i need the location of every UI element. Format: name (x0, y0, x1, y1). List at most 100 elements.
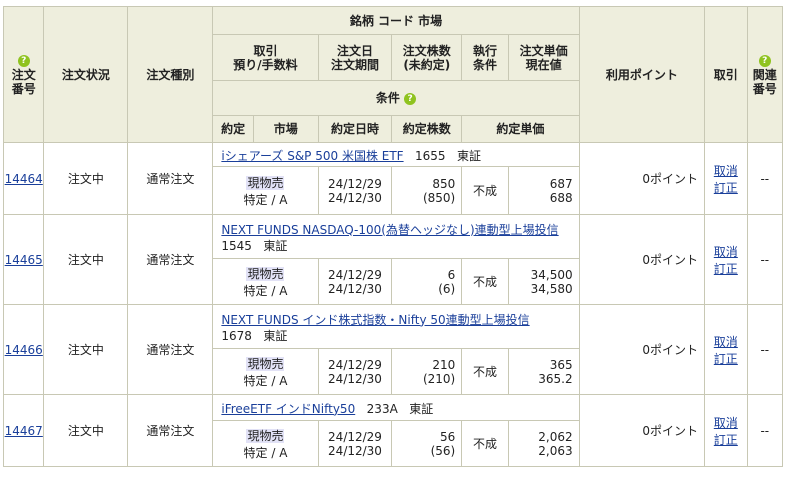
account-type: 特定 / A (243, 373, 288, 388)
account-type: 特定 / A (243, 445, 288, 460)
modify-link[interactable]: 訂正 (705, 350, 746, 367)
cancel-link[interactable]: 取消 (705, 333, 746, 350)
points-cell: 0ポイント (578, 214, 706, 305)
table-row: 14465 注文中 通常注文 NEXT FUNDS NASDAQ-100(為替ヘッジな… (2, 214, 784, 305)
action-cell: 取消 訂正 (704, 214, 748, 305)
points-cell: 0ポイント (578, 304, 706, 395)
header-status: 注文状況 (43, 6, 129, 143)
question-circle-icon[interactable]: ? (17, 55, 30, 67)
table-row: 14466 注文中 通常注文 NEXT FUNDS インド株式指数・Nifty 50連… (2, 304, 784, 395)
stock-cell: NEXT FUNDS インド株式指数・Nifty 50連動型上場投信 1678 … (212, 304, 580, 349)
stock-cell: NEXT FUNDS NASDAQ-100(為替ヘッジなし)連動型上場投信 15… (212, 214, 580, 259)
action-cell: 取消 訂正 (704, 142, 748, 215)
unfilled-qty: (56) (430, 443, 456, 458)
order-no-link[interactable]: 14467 (5, 424, 43, 438)
date-cell: 24/12/29 24/12/30 (317, 258, 393, 305)
exec-cond: 不成 (461, 258, 509, 305)
trade-cell: 現物売特定 / A (212, 420, 319, 467)
order-qty: 56 (439, 429, 456, 444)
trade-cell: 現物売 特定 / A (212, 166, 319, 215)
date-cell: 24/12/29 24/12/30 (317, 166, 393, 215)
qty-cell: 56 (56) (391, 420, 463, 467)
order-table: ? 注文 番号 注文状況 注文種別 銘柄 コード 市場 利用ポイント 取引 ? … (2, 6, 784, 143)
table-row: 14467 注文中 通常注文 iFreeETF インドNifty50 233A 東証 0… (2, 394, 784, 467)
header-market: 市場 (252, 115, 319, 143)
modify-link[interactable]: 訂正 (705, 260, 746, 277)
order-type: 通常注文 (127, 142, 214, 215)
account-type: 特定 / A (243, 283, 288, 298)
order-period: 24/12/30 (328, 371, 382, 386)
order-price: 687 (549, 176, 573, 191)
price-cell: 2,062 2,063 (507, 420, 580, 467)
order-date: 24/12/29 (328, 176, 382, 191)
order-price: 34,500 (530, 267, 573, 282)
current-price: 688 (549, 190, 573, 205)
date-cell: 24/12/29 24/12/30 (317, 348, 393, 395)
stock-name-link[interactable]: NEXT FUNDS NASDAQ-100(為替ヘッジなし)連動型上場投信 (221, 223, 558, 237)
price-cell: 365 365.2 (507, 348, 580, 395)
exec-cond: 不成 (461, 166, 509, 215)
header-order-date: 注文日 注文期間 (317, 34, 393, 81)
current-price: 365.2 (538, 371, 573, 386)
stock-name-link[interactable]: iシェアーズ S&P 500 米国株 ETF (221, 149, 403, 163)
order-rows: 14464 注文中 通常注文 iシェアーズ S&P 500 米国株 ETF 1655 … (2, 142, 784, 467)
stock-cell: iシェアーズ S&P 500 米国株 ETF 1655 東証 (212, 142, 580, 167)
modify-link[interactable]: 訂正 (705, 431, 746, 448)
stock-name-link[interactable]: NEXT FUNDS インド株式指数・Nifty 50連動型上場投信 (221, 313, 529, 327)
stock-market: 東証 (409, 401, 434, 416)
order-qty: 210 (432, 357, 456, 372)
order-no-link[interactable]: 14465 (5, 253, 43, 267)
qty-cell: 850 (850) (391, 166, 463, 215)
order-type: 通常注文 (127, 304, 214, 395)
trade-cell: 現物売 特定 / A (212, 258, 319, 305)
question-circle-icon[interactable]: ? (404, 92, 417, 105)
cancel-link[interactable]: 取消 (705, 162, 746, 179)
question-circle-icon[interactable]: ? (758, 55, 771, 67)
header-stock-code-market: 銘柄 コード 市場 (212, 6, 580, 35)
action-cell: 取消 訂正 (704, 304, 748, 395)
current-price: 2,063 (538, 443, 573, 458)
order-no-link[interactable]: 14464 (5, 172, 43, 186)
unfilled-qty: (6) (438, 281, 456, 296)
trade-type: 現物売 (246, 356, 285, 371)
related-no: -- (746, 394, 784, 467)
order-no-link[interactable]: 14466 (5, 343, 43, 357)
order-date: 24/12/29 (328, 357, 382, 372)
modify-link[interactable]: 訂正 (705, 179, 746, 196)
cancel-link[interactable]: 取消 (705, 414, 746, 431)
points-cell: 0ポイント (578, 142, 706, 215)
stock-code: 233A (366, 401, 398, 416)
header-contract-datetime: 約定日時 (317, 115, 393, 143)
header-related-no: ? 関連 番号 (746, 6, 784, 143)
trade-cell: 現物売特定 / A (212, 348, 319, 395)
qty-cell: 6 (6) (391, 258, 463, 305)
header-order-price: 注文単価 現在値 (507, 34, 580, 81)
points-cell: 0ポイント (578, 394, 706, 467)
cancel-link[interactable]: 取消 (705, 243, 746, 260)
order-price: 365 (549, 357, 573, 372)
unfilled-qty: (850) (422, 190, 456, 205)
order-qty: 850 (432, 176, 456, 191)
stock-market: 東証 (263, 238, 288, 253)
related-no: -- (746, 304, 784, 395)
stock-code: 1655 (415, 148, 446, 163)
stock-code: 1545 (221, 238, 252, 253)
stock-name-link[interactable]: iFreeETF インドNifty50 (221, 402, 355, 416)
stock-market: 東証 (263, 328, 288, 343)
header-order-type: 注文種別 (127, 6, 214, 143)
order-period: 24/12/30 (328, 190, 382, 205)
order-type: 通常注文 (127, 214, 214, 305)
related-no: -- (746, 142, 784, 215)
order-period: 24/12/30 (328, 281, 382, 296)
order-status: 注文中 (43, 304, 129, 395)
order-no-cell: 14464 (2, 142, 45, 215)
exec-cond: 不成 (461, 348, 509, 395)
order-price: 2,062 (538, 429, 573, 444)
unfilled-qty: (210) (422, 371, 456, 386)
stock-code: 1678 (221, 328, 252, 343)
action-cell: 取消 訂正 (704, 394, 748, 467)
header-exec-cond: 執行 条件 (461, 34, 509, 81)
trade-type: 現物売 (246, 175, 285, 190)
order-no-cell: 14467 (2, 394, 45, 467)
trade-type: 現物売 (246, 428, 285, 443)
